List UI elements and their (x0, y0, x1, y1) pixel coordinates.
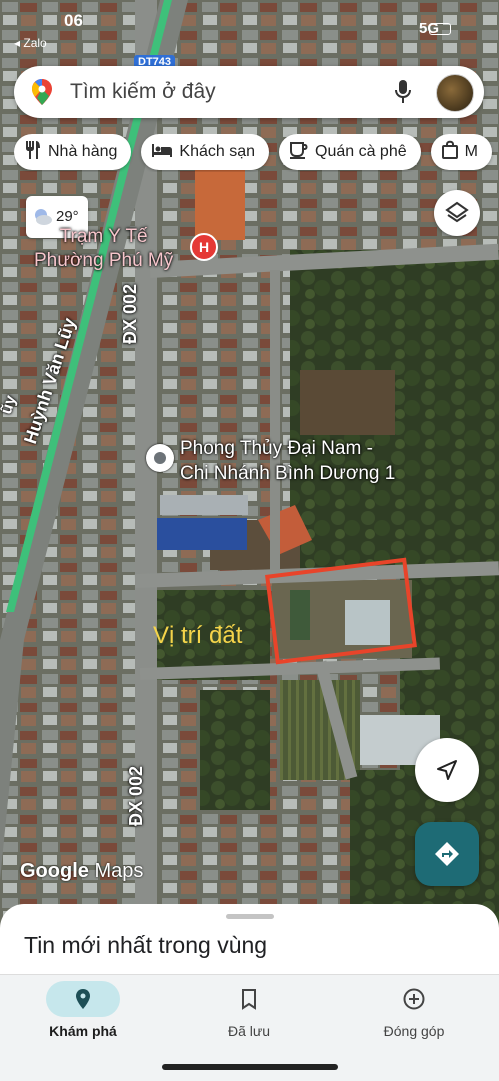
nav-contribute[interactable]: Đóng góp (344, 981, 484, 1039)
status-bar: 06 ◂ Zalo 5G (0, 8, 499, 50)
chip-shopping[interactable]: M (430, 134, 492, 170)
chip-coffee[interactable]: Quán cà phê (279, 134, 421, 170)
add-circle-icon (403, 988, 425, 1010)
nav-saved[interactable]: Đã lưu (179, 981, 319, 1039)
chip-hotel[interactable]: Khách sạn (141, 134, 269, 170)
road-label-dx002-top: ĐX 002 (120, 283, 140, 344)
bookmark-icon (242, 989, 256, 1010)
maps-logo-icon (32, 79, 52, 105)
google-maps-attribution: Google Maps (20, 860, 144, 882)
account-avatar[interactable] (436, 74, 474, 112)
back-to-app[interactable]: ◂ Zalo (14, 36, 47, 50)
nav-explore[interactable]: Khám phá (13, 981, 153, 1039)
microphone-icon[interactable] (394, 79, 412, 105)
directions-button[interactable] (415, 822, 479, 886)
home-indicator (162, 1064, 338, 1070)
hotel-icon (152, 143, 173, 157)
layers-button[interactable] (434, 190, 480, 236)
road-label-dx002-bottom: ĐX 002 (126, 765, 146, 826)
land-location-annotation: Vị trí đất (153, 622, 243, 649)
sheet-drag-handle[interactable] (226, 914, 274, 919)
place-label[interactable]: Phong Thủy Đại Nam - Chi Nhánh Bình Dươn… (180, 436, 395, 486)
sheet-title: Tin mới nhất trong vùng (24, 932, 268, 958)
layers-icon (445, 201, 469, 223)
partly-cloudy-icon (35, 209, 52, 225)
coffee-icon (290, 141, 308, 159)
restaurant-icon (26, 140, 40, 159)
search-bar[interactable]: Tìm kiếm ở đây (14, 66, 484, 118)
hospital-marker-icon[interactable]: H (190, 233, 218, 261)
hospital-label[interactable]: Trạm Y Tế Phường Phú Mỹ (34, 225, 173, 273)
category-chips: Nhà hàng Khách sạn Quán cà phê M (14, 134, 499, 172)
bottom-sheet[interactable]: Tin mới nhất trong vùng (0, 904, 499, 984)
status-time: 06 (64, 11, 83, 30)
directions-icon (435, 842, 459, 866)
my-location-button[interactable] (415, 738, 479, 802)
search-input[interactable]: Tìm kiếm ở đây (70, 80, 216, 104)
chip-restaurant[interactable]: Nhà hàng (14, 134, 132, 170)
navigation-arrow-icon (437, 760, 457, 780)
shopping-icon (441, 140, 458, 159)
explore-pin-icon (76, 989, 90, 1009)
weather-temperature: 29° (56, 208, 79, 225)
place-marker-icon[interactable] (146, 444, 174, 472)
battery-icon (429, 23, 451, 35)
